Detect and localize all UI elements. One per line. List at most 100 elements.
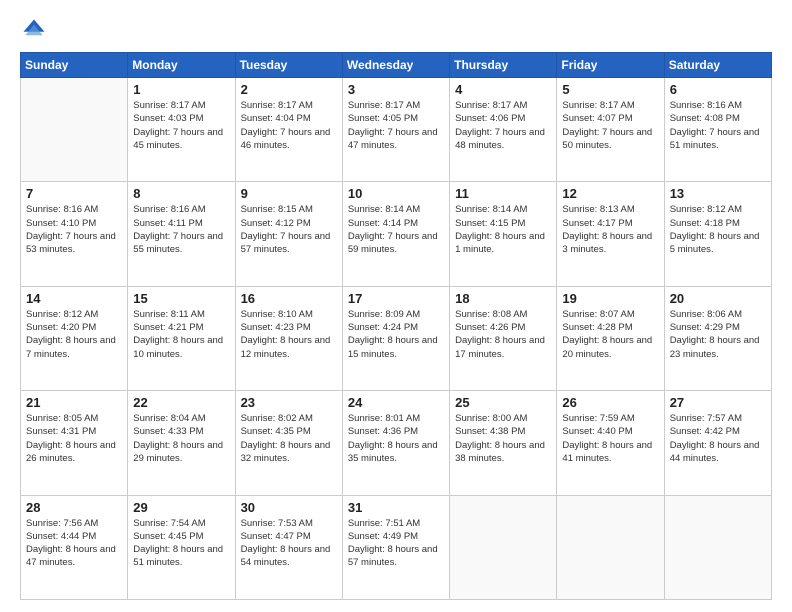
day-number: 20 [670,291,766,306]
week-row-4: 28 Sunrise: 7:56 AMSunset: 4:44 PMDayligh… [21,495,772,599]
day-number: 17 [348,291,444,306]
weekday-header-monday: Monday [128,53,235,78]
day-number: 8 [133,186,229,201]
weekday-header-wednesday: Wednesday [342,53,449,78]
calendar-cell: 12Sunrise: 8:13 AMSunset: 4:17 PMDayligh… [557,182,664,286]
day-info: Sunrise: 8:16 AMSunset: 4:10 PMDaylight:… [26,203,122,256]
day-info: Sunrise: 8:00 AMSunset: 4:38 PMDaylight:… [455,412,551,465]
calendar-table: SundayMondayTuesdayWednesdayThursdayFrid… [20,52,772,600]
calendar-cell: 10 Sunrise: 8:14 AMSunset: 4:14 PMDayligh… [342,182,449,286]
day-info: Sunrise: 8:04 AMSunset: 4:33 PMDaylight:… [133,412,229,465]
calendar-cell: 20 Sunrise: 8:06 AMSunset: 4:29 PMDayligh… [664,286,771,390]
day-info: Sunrise: 7:57 AMSunset: 4:42 PMDaylight:… [670,412,766,465]
weekday-header-friday: Friday [557,53,664,78]
calendar-cell: 19 Sunrise: 8:07 AMSunset: 4:28 PMDayligh… [557,286,664,390]
day-info: Sunrise: 8:02 AMSunset: 4:35 PMDaylight:… [241,412,337,465]
day-number: 11 [455,186,551,201]
calendar-cell: 24 Sunrise: 8:01 AMSunset: 4:36 PMDayligh… [342,391,449,495]
weekday-header-sunday: Sunday [21,53,128,78]
calendar-page: SundayMondayTuesdayWednesdayThursdayFrid… [0,0,792,612]
day-info: Sunrise: 8:16 AMSunset: 4:08 PMDaylight:… [670,99,766,152]
calendar-cell: 11 Sunrise: 8:14 AMSunset: 4:15 PMDayligh… [450,182,557,286]
day-number: 18 [455,291,551,306]
day-number: 4 [455,82,551,97]
day-info: Sunrise: 7:59 AMSunset: 4:40 PMDaylight:… [562,412,658,465]
calendar-cell: 7 Sunrise: 8:16 AMSunset: 4:10 PMDaylight… [21,182,128,286]
weekday-header-thursday: Thursday [450,53,557,78]
calendar-cell [664,495,771,599]
weekday-header-row: SundayMondayTuesdayWednesdayThursdayFrid… [21,53,772,78]
day-number: 13 [670,186,766,201]
day-info: Sunrise: 8:17 AMSunset: 4:04 PMDaylight:… [241,99,337,152]
day-info: Sunrise: 8:17 AMSunset: 4:06 PMDaylight:… [455,99,551,152]
calendar-cell: 4 Sunrise: 8:17 AMSunset: 4:06 PMDaylight… [450,78,557,182]
day-number: 24 [348,395,444,410]
calendar-cell: 16 Sunrise: 8:10 AMSunset: 4:23 PMDayligh… [235,286,342,390]
calendar-cell: 21 Sunrise: 8:05 AMSunset: 4:31 PMDayligh… [21,391,128,495]
header [20,16,772,44]
day-info: Sunrise: 8:14 AMSunset: 4:14 PMDaylight:… [348,203,444,256]
day-number: 14 [26,291,122,306]
day-number: 30 [241,500,337,515]
week-row-0: 1 Sunrise: 8:17 AMSunset: 4:03 PMDaylight… [21,78,772,182]
day-info: Sunrise: 8:15 AMSunset: 4:12 PMDaylight:… [241,203,337,256]
day-number: 25 [455,395,551,410]
day-number: 3 [348,82,444,97]
day-info: Sunrise: 8:08 AMSunset: 4:26 PMDaylight:… [455,308,551,361]
day-number: 15 [133,291,229,306]
day-number: 2 [241,82,337,97]
calendar-cell: 5Sunrise: 8:17 AMSunset: 4:07 PMDaylight… [557,78,664,182]
day-number: 19 [562,291,658,306]
day-number: 28 [26,500,122,515]
day-number: 21 [26,395,122,410]
day-info: Sunrise: 8:17 AMSunset: 4:03 PMDaylight:… [133,99,229,152]
calendar-cell: 27 Sunrise: 7:57 AMSunset: 4:42 PMDayligh… [664,391,771,495]
calendar-cell: 8 Sunrise: 8:16 AMSunset: 4:11 PMDaylight… [128,182,235,286]
calendar-cell: 31Sunrise: 7:51 AMSunset: 4:49 PMDayligh… [342,495,449,599]
calendar-cell: 30Sunrise: 7:53 AMSunset: 4:47 PMDayligh… [235,495,342,599]
calendar-cell: 9Sunrise: 8:15 AMSunset: 4:12 PMDaylight… [235,182,342,286]
logo [20,16,52,44]
day-info: Sunrise: 7:54 AMSunset: 4:45 PMDaylight:… [133,517,229,570]
calendar-cell: 22 Sunrise: 8:04 AMSunset: 4:33 PMDayligh… [128,391,235,495]
calendar-cell: 25 Sunrise: 8:00 AMSunset: 4:38 PMDayligh… [450,391,557,495]
day-info: Sunrise: 8:05 AMSunset: 4:31 PMDaylight:… [26,412,122,465]
day-info: Sunrise: 8:12 AMSunset: 4:20 PMDaylight:… [26,308,122,361]
calendar-cell: 13 Sunrise: 8:12 AMSunset: 4:18 PMDayligh… [664,182,771,286]
calendar-cell: 1 Sunrise: 8:17 AMSunset: 4:03 PMDaylight… [128,78,235,182]
day-number: 16 [241,291,337,306]
calendar-cell: 23Sunrise: 8:02 AMSunset: 4:35 PMDayligh… [235,391,342,495]
day-number: 10 [348,186,444,201]
day-info: Sunrise: 7:56 AMSunset: 4:44 PMDaylight:… [26,517,122,570]
day-info: Sunrise: 8:01 AMSunset: 4:36 PMDaylight:… [348,412,444,465]
calendar-cell: 14 Sunrise: 8:12 AMSunset: 4:20 PMDayligh… [21,286,128,390]
calendar-cell: 18 Sunrise: 8:08 AMSunset: 4:26 PMDayligh… [450,286,557,390]
day-number: 7 [26,186,122,201]
day-info: Sunrise: 8:10 AMSunset: 4:23 PMDaylight:… [241,308,337,361]
day-info: Sunrise: 8:14 AMSunset: 4:15 PMDaylight:… [455,203,551,256]
day-number: 26 [562,395,658,410]
day-number: 5 [562,82,658,97]
calendar-cell [21,78,128,182]
calendar-cell: 2 Sunrise: 8:17 AMSunset: 4:04 PMDaylight… [235,78,342,182]
logo-icon [20,16,48,44]
day-info: Sunrise: 8:07 AMSunset: 4:28 PMDaylight:… [562,308,658,361]
calendar-cell: 15Sunrise: 8:11 AMSunset: 4:21 PMDayligh… [128,286,235,390]
day-number: 6 [670,82,766,97]
day-info: Sunrise: 8:12 AMSunset: 4:18 PMDaylight:… [670,203,766,256]
day-number: 12 [562,186,658,201]
day-info: Sunrise: 8:16 AMSunset: 4:11 PMDaylight:… [133,203,229,256]
week-row-1: 7 Sunrise: 8:16 AMSunset: 4:10 PMDaylight… [21,182,772,286]
day-info: Sunrise: 8:09 AMSunset: 4:24 PMDaylight:… [348,308,444,361]
calendar-cell: 17 Sunrise: 8:09 AMSunset: 4:24 PMDayligh… [342,286,449,390]
calendar-cell: 28 Sunrise: 7:56 AMSunset: 4:44 PMDayligh… [21,495,128,599]
day-number: 27 [670,395,766,410]
calendar-cell: 26 Sunrise: 7:59 AMSunset: 4:40 PMDayligh… [557,391,664,495]
day-number: 1 [133,82,229,97]
day-number: 31 [348,500,444,515]
weekday-header-saturday: Saturday [664,53,771,78]
weekday-header-tuesday: Tuesday [235,53,342,78]
day-info: Sunrise: 8:06 AMSunset: 4:29 PMDaylight:… [670,308,766,361]
calendar-cell [557,495,664,599]
day-number: 22 [133,395,229,410]
